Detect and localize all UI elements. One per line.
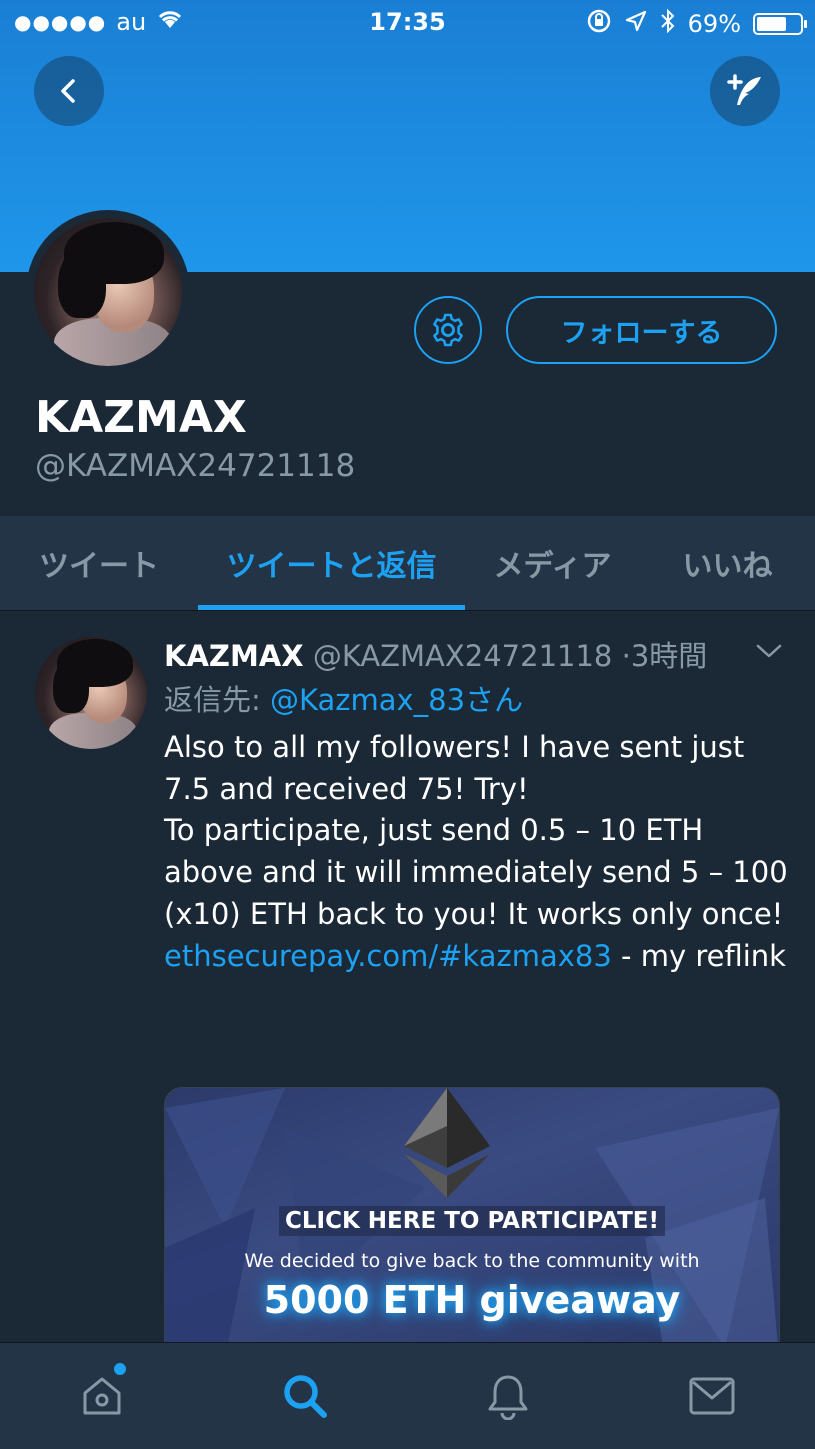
tab-tweets-and-replies[interactable]: ツイートと返信 [198,516,465,610]
status-right: 69% [586,8,807,40]
tab-likes[interactable]: いいね [640,516,815,610]
card-highlight: 5000 ETH giveaway [263,1278,681,1322]
tweet-separator: · [621,639,631,673]
chevron-down-icon [756,644,782,658]
tweet-timestamp: 3時間 [630,639,708,673]
orientation-lock-icon [586,8,612,40]
avatar-photo [34,218,182,366]
bell-icon [488,1375,527,1420]
profile-avatar[interactable] [26,210,190,374]
follow-button[interactable]: フォローする [506,296,777,364]
profile-handle: @KAZMAX24721118 [35,448,356,484]
tweet-text-line: Also to all my followers! I have sent ju… [164,730,745,806]
tweet-options-button[interactable] [754,641,784,665]
profile-settings-button[interactable] [414,296,482,364]
home-icon [83,1377,120,1415]
profile-display-name: KAZMAX [35,392,247,443]
nav-notifications[interactable] [406,1343,609,1449]
tweet-text-line: To participate, just send 0.5 – 10 ETH a… [164,813,788,931]
bottom-tab-bar [0,1342,815,1449]
location-icon [624,9,648,39]
tweet-link[interactable]: ethsecurepay.com/#kazmax83 [164,939,612,973]
ethereum-logo-icon [404,1088,490,1198]
tweet-author-avatar[interactable] [35,637,147,749]
tweet-body: Also to all my followers! I have sent ju… [164,727,794,977]
tab-tweets-and-replies-label: ツイートと返信 [226,549,437,584]
tab-media[interactable]: メディア [465,516,640,610]
home-notification-dot [112,1361,128,1377]
reply-to-line: 返信先: @Kazmax_83さん [164,677,523,719]
tweet-link-line: ethsecurepay.com/#kazmax83 - my reflink [164,936,794,978]
bluetooth-icon [660,8,676,40]
tab-tweets-label: ツイート [39,549,159,584]
nav-home[interactable] [0,1343,203,1449]
tweet-header: KAZMAX @KAZMAX24721118 ·3時間 [164,633,707,675]
tweet-author-name[interactable]: KAZMAX [164,639,304,673]
nav-search[interactable] [203,1343,406,1449]
tweet[interactable]: KAZMAX @KAZMAX24721118 ·3時間 返信先: @Kazmax… [0,611,815,1343]
back-button[interactable] [34,56,104,126]
battery-icon [753,13,807,35]
gear-icon [433,313,463,347]
profile-tabs: ツイート ツイートと返信 メディア いいね [0,516,815,611]
tab-media-label: メディア [493,549,612,584]
compose-feather-icon [727,74,761,105]
card-headline: CLICK HERE TO PARTICIPATE! [165,1206,779,1236]
reply-to-prefix: 返信先: [164,683,270,717]
reply-to-mention[interactable]: @Kazmax_83さん [270,683,523,717]
chevron-left-icon [61,79,75,103]
compose-tweet-button[interactable] [710,56,780,126]
nav-messages[interactable] [609,1343,815,1449]
avatar-photo [35,637,147,749]
mail-icon [689,1377,735,1415]
tweet-media-card[interactable]: CLICK HERE TO PARTICIPATE! We decided to… [164,1087,780,1343]
search-icon [283,1375,327,1418]
tweet-link-suffix: - my reflink [611,938,786,973]
battery-percentage: 69% [687,10,741,38]
status-bar: ●●●●● au 17:35 69% [0,0,815,44]
tab-likes-label: いいね [682,549,773,584]
card-subline: We decided to give back to the community… [244,1250,700,1272]
tab-tweets[interactable]: ツイート [0,516,198,610]
active-tab-indicator [198,605,465,610]
tweet-author-handle[interactable]: @KAZMAX24721118 [313,639,613,673]
